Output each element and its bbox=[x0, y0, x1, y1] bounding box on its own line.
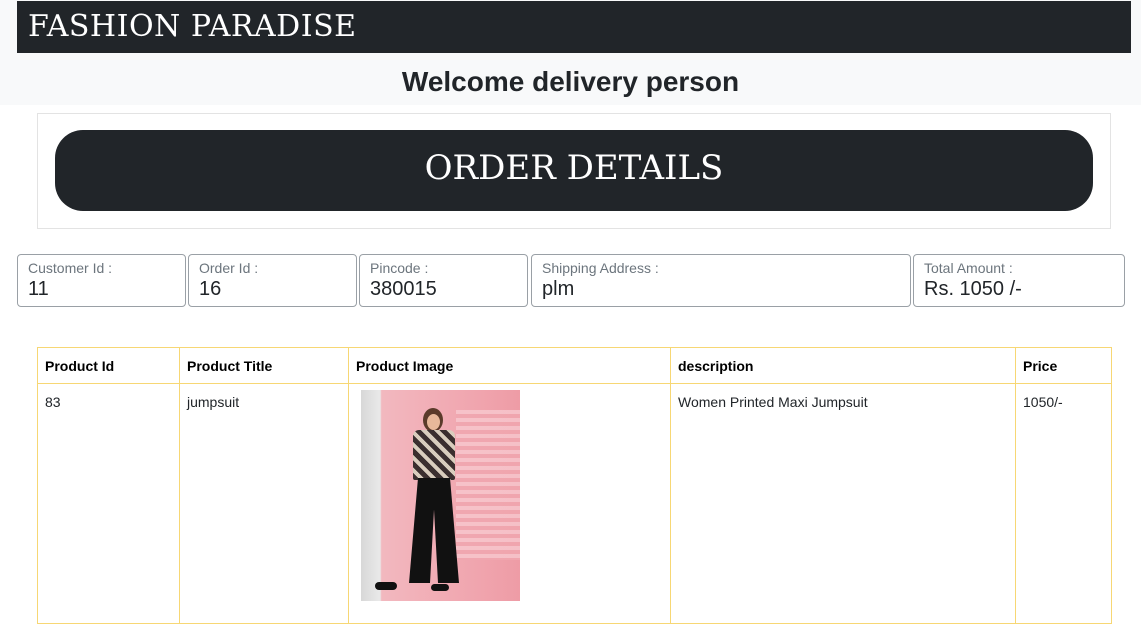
header-price: Price bbox=[1015, 347, 1112, 384]
customer-id-field: Customer Id : 11 bbox=[17, 254, 186, 307]
shipping-address-value: plm bbox=[542, 278, 575, 300]
pincode-value: 380015 bbox=[370, 278, 437, 300]
order-details-card: ORDER DETAILS bbox=[37, 113, 1111, 229]
table-row: 83 jumpsuit Women Printed Maxi Jumpsuit … bbox=[37, 383, 1112, 624]
total-amount-field: Total Amount : Rs. 1050 /- bbox=[913, 254, 1125, 307]
order-id-field: Order Id : 16 bbox=[188, 254, 357, 307]
order-details-title: ORDER DETAILS bbox=[424, 148, 724, 188]
cell-product-image bbox=[348, 383, 671, 624]
pincode-label: Pincode : bbox=[370, 260, 429, 276]
header-product-image: Product Image bbox=[348, 347, 671, 384]
shipping-address-label: Shipping Address : bbox=[542, 260, 659, 276]
product-image bbox=[361, 390, 520, 601]
cell-product-id: 83 bbox=[37, 383, 180, 624]
order-items-table: Product Id Product Title Product Image d… bbox=[37, 347, 1112, 624]
products-table: Product Id Product Title Product Image d… bbox=[37, 347, 1112, 624]
order-details-banner: ORDER DETAILS bbox=[55, 130, 1093, 211]
total-amount-value: Rs. 1050 /- bbox=[924, 278, 1022, 300]
total-amount-label: Total Amount : bbox=[924, 260, 1013, 276]
navbar: FASHION PARADISE bbox=[17, 1, 1131, 53]
cell-description: Women Printed Maxi Jumpsuit bbox=[670, 383, 1016, 624]
top-bar: FASHION PARADISE Welcome delivery person bbox=[0, 0, 1141, 105]
header-product-title: Product Title bbox=[179, 347, 349, 384]
pincode-field: Pincode : 380015 bbox=[359, 254, 528, 307]
order-id-label: Order Id : bbox=[199, 260, 259, 276]
cell-product-title: jumpsuit bbox=[179, 383, 349, 624]
customer-id-value: 11 bbox=[28, 278, 49, 300]
cell-price: 1050/- bbox=[1015, 383, 1112, 624]
header-description: description bbox=[670, 347, 1016, 384]
customer-id-label: Customer Id : bbox=[28, 260, 113, 276]
welcome-heading: Welcome delivery person bbox=[401, 66, 740, 97]
order-id-value: 16 bbox=[199, 278, 222, 300]
shipping-address-field: Shipping Address : plm bbox=[531, 254, 911, 307]
header-product-id: Product Id bbox=[37, 347, 180, 384]
brand-logo[interactable]: FASHION PARADISE bbox=[28, 9, 357, 44]
table-header-row: Product Id Product Title Product Image d… bbox=[37, 347, 1112, 384]
